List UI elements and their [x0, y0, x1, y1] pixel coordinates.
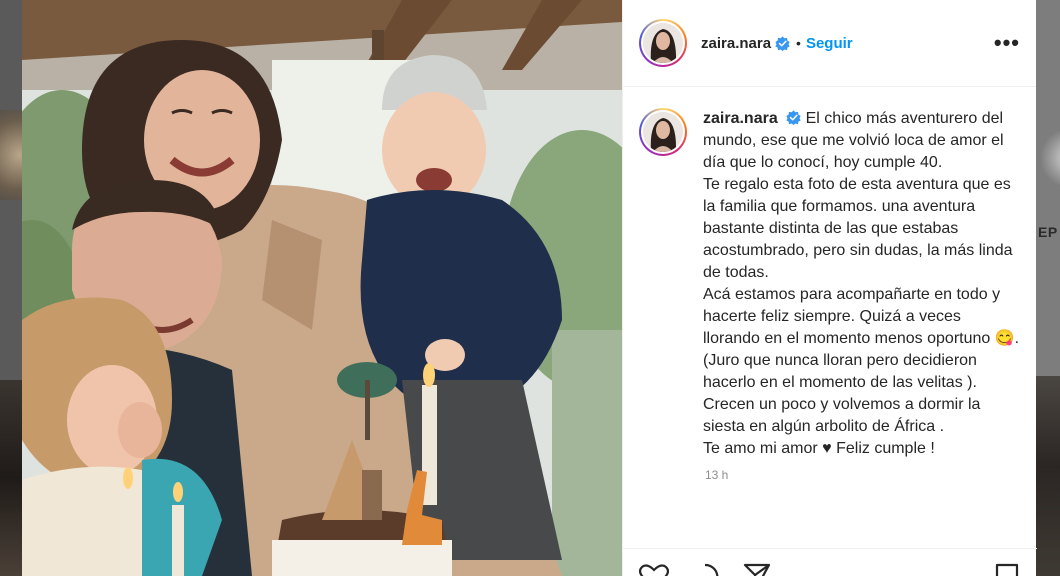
post-actions-bar	[623, 548, 1037, 576]
caption-text: zaira.nara El chico más aventurero del m…	[703, 108, 1021, 460]
separator-dot: •	[796, 35, 801, 51]
background-partial-text: EP	[1038, 224, 1058, 240]
background-story-thumbnail	[0, 110, 22, 200]
bookmark-icon[interactable]	[995, 563, 1019, 576]
caption: zaira.nara El chico más aventurero del m…	[639, 108, 1021, 460]
comments-section[interactable]: zaira.nara El chico más aventurero del m…	[623, 88, 1037, 548]
author-username[interactable]: zaira.nara	[701, 35, 771, 52]
caption-username[interactable]: zaira.nara	[703, 110, 778, 127]
post-header: zaira.nara • Seguir •••	[623, 0, 1036, 87]
post-photo-image	[22, 0, 622, 576]
post-side-panel: zaira.nara • Seguir ••• zaira.nara El ch…	[622, 0, 1037, 576]
author-avatar[interactable]	[639, 19, 687, 67]
background-post-thumbnail	[0, 380, 22, 576]
paper-plane-icon[interactable]	[743, 563, 771, 576]
follow-button[interactable]: Seguir	[806, 35, 853, 52]
background-page-right: EP	[1036, 0, 1060, 576]
verified-badge-icon	[775, 35, 790, 51]
caption-body: El chico más aventurero del mundo, ese q…	[703, 110, 1020, 457]
more-options-icon[interactable]: •••	[994, 32, 1020, 54]
comment-icon[interactable]	[691, 563, 719, 576]
heart-icon[interactable]	[639, 563, 669, 576]
caption-author-avatar[interactable]	[639, 108, 687, 156]
background-page-left	[0, 0, 22, 576]
avatar-image	[643, 112, 683, 152]
background-avatar	[1040, 118, 1060, 198]
avatar-image	[643, 23, 683, 63]
post-timestamp[interactable]: 13 h	[705, 468, 1021, 482]
post-photo[interactable]	[22, 0, 622, 576]
verified-badge-icon	[786, 110, 801, 125]
background-post-thumbnail-right	[1036, 376, 1060, 576]
